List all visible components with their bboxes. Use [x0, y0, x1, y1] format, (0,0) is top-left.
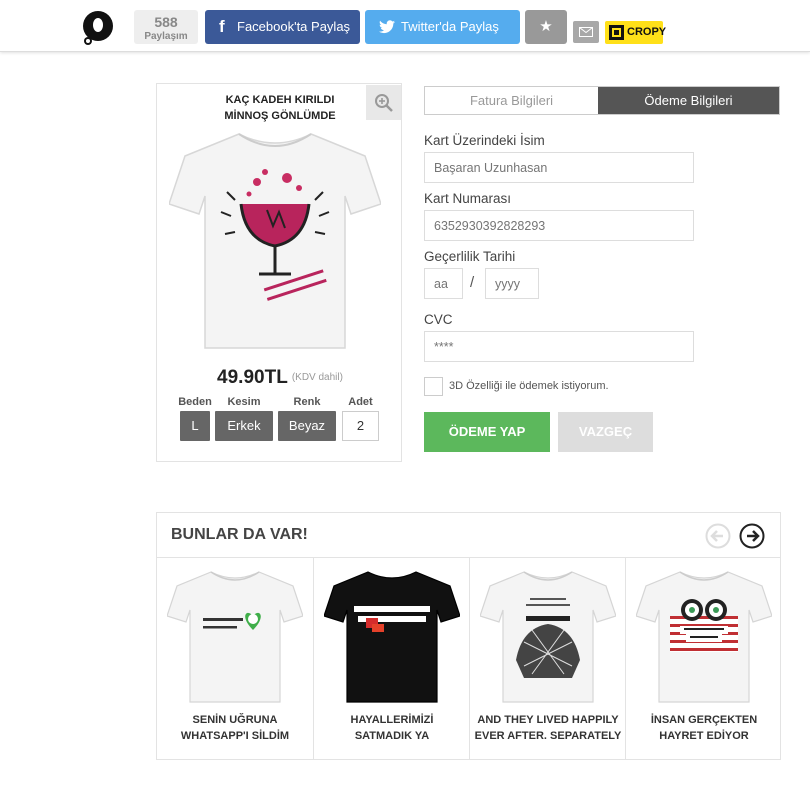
expiry-label: Geçerlilik Tarihi [424, 249, 516, 264]
related-item[interactable]: İNSAN GERÇEKTEN HAYRET EDİYOR [625, 558, 781, 760]
cvc-label: CVC [424, 312, 453, 327]
star-icon: ★ [539, 18, 553, 35]
email-share-button[interactable] [573, 21, 599, 43]
facebook-share-button[interactable]: f Facebook'ta Paylaş [205, 10, 360, 44]
related-item-name[interactable]: AND THEY LIVED HAPPILY EVER AFTER. SEPAR… [470, 712, 626, 744]
share-count: 588 [154, 14, 178, 30]
related-item[interactable]: HAYALLERİMİZİ SATMADIK YA [313, 558, 469, 760]
quantity-label: Adet [348, 396, 373, 408]
card-number-input[interactable] [424, 210, 694, 241]
expiry-month-input[interactable] [424, 268, 463, 299]
vat-note: (KDV dahil) [291, 372, 343, 383]
crop-icon [609, 25, 624, 40]
zoom-in-icon [375, 94, 393, 112]
product-price: 49.90TL [217, 367, 288, 388]
color-label: Renk [293, 396, 321, 408]
share-count-badge: 588 Paylaşım [134, 10, 198, 44]
related-item-image[interactable] [480, 566, 616, 706]
cropy-button[interactable]: CROPY [605, 21, 667, 44]
favorite-button[interactable]: ★ [525, 10, 567, 44]
product-image[interactable] [169, 126, 381, 354]
cancel-button[interactable]: VAZGEÇ [558, 412, 653, 452]
tab-payment-info[interactable]: Ödeme Bilgileri [598, 87, 779, 114]
secure-3d-checkbox[interactable] [424, 377, 443, 396]
related-item-image[interactable] [167, 566, 303, 706]
pay-button[interactable]: ÖDEME YAP [424, 412, 550, 452]
secure-3d-label: 3D Özelliği ile ödemek istiyorum. [449, 380, 609, 392]
facebook-share-label: Facebook'ta Paylaş [237, 19, 351, 34]
related-item-image[interactable] [636, 566, 772, 706]
mail-icon [579, 27, 593, 37]
cut-label: Kesim [227, 396, 261, 408]
quantity-input[interactable]: 2 [342, 411, 379, 441]
cut-select[interactable]: Erkek [215, 411, 273, 441]
related-item-image[interactable] [324, 566, 460, 706]
card-number-label: Kart Numarası [424, 191, 512, 206]
cvc-input[interactable] [424, 331, 694, 362]
size-label: Beden [178, 396, 212, 408]
tab-billing-info[interactable]: Fatura Bilgileri [425, 87, 598, 114]
price-row: 49.90TL (KDV dahil) [157, 367, 403, 389]
top-share-bar: 588 Paylaşım f Facebook'ta Paylaş Twitte… [0, 0, 810, 52]
related-item-name[interactable]: İNSAN GERÇEKTEN HAYRET EDİYOR [626, 712, 782, 744]
related-title: BUNLAR DA VAR! [171, 526, 308, 543]
twitter-share-button[interactable]: Twitter'da Paylaş [365, 10, 520, 44]
arrow-right-icon[interactable] [739, 523, 765, 549]
related-header: BUNLAR DA VAR! [157, 513, 780, 558]
facebook-icon: f [219, 17, 225, 36]
zoom-button[interactable] [366, 85, 401, 120]
size-select[interactable]: L [180, 411, 210, 441]
cropy-label: CROPY [627, 26, 667, 38]
related-item-name[interactable]: SENİN UĞRUNA WHATSAPP'I SİLDİM [157, 712, 313, 744]
twitter-icon [379, 10, 395, 46]
share-count-label: Paylaşım [144, 31, 188, 42]
related-item[interactable]: SENİN UĞRUNA WHATSAPP'I SİLDİM [157, 558, 313, 760]
expiry-year-input[interactable] [485, 268, 539, 299]
twitter-share-label: Twitter'da Paylaş [401, 19, 499, 34]
product-card: KAÇ KADEH KIRILDI MİNNOŞ GÖNLÜMDE 49.90T… [156, 83, 402, 462]
expiry-separator: / [470, 274, 475, 291]
related-item-name[interactable]: HAYALLERİMİZİ SATMADIK YA [314, 712, 470, 744]
arrow-left-icon[interactable] [705, 523, 731, 549]
card-name-label: Kart Üzerindeki İsim [424, 133, 545, 148]
related-products: BUNLAR DA VAR! SENİN UĞRUNA WHATSAPP'I S… [156, 512, 781, 760]
card-name-input[interactable] [424, 152, 694, 183]
site-logo[interactable] [80, 8, 116, 48]
related-item[interactable]: AND THEY LIVED HAPPILY EVER AFTER. SEPAR… [469, 558, 625, 760]
color-select[interactable]: Beyaz [278, 411, 336, 441]
payment-tabs: Fatura Bilgileri Ödeme Bilgileri [424, 86, 780, 115]
